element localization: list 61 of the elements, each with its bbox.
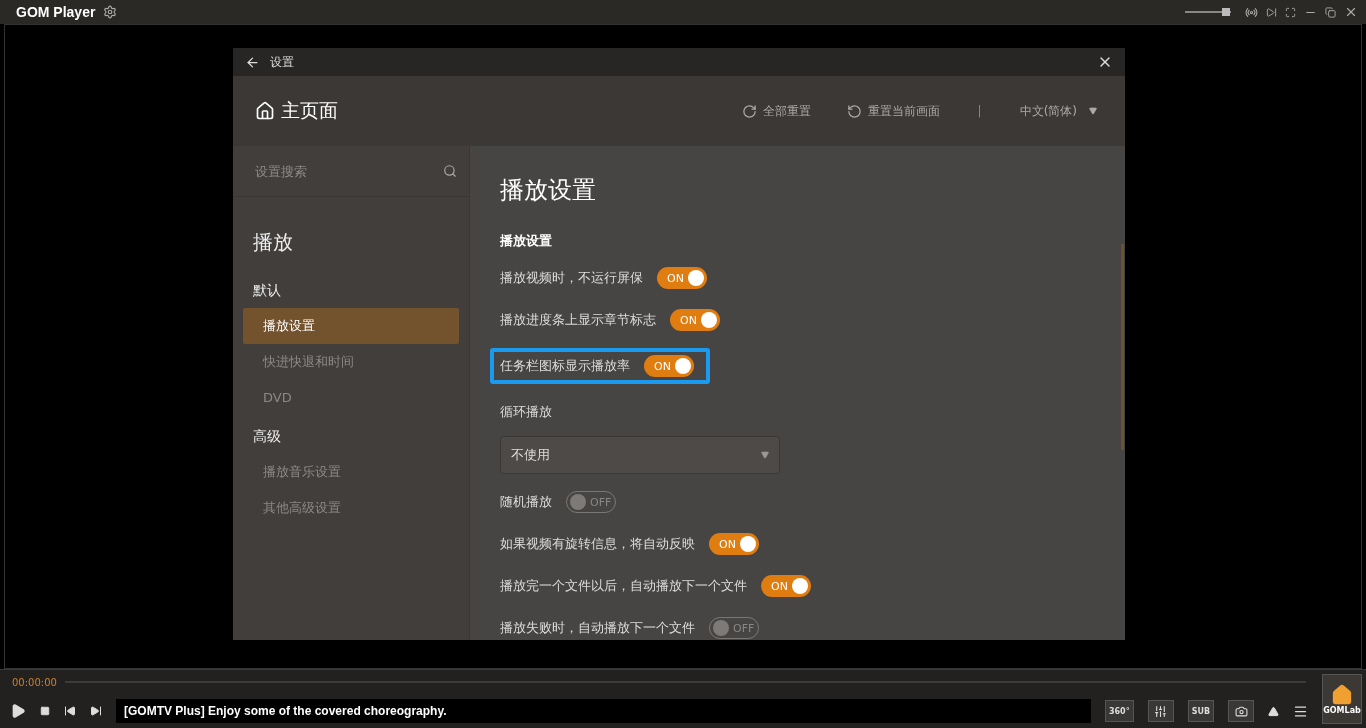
stop-icon[interactable] <box>40 706 50 716</box>
setting-label: 随机播放 <box>500 493 552 511</box>
volume-thumb[interactable] <box>1222 8 1231 16</box>
time-text: 00:00:00 <box>12 676 57 688</box>
previous-icon[interactable] <box>64 705 76 717</box>
home-icon[interactable] <box>255 101 275 121</box>
vr-button[interactable]: 360° <box>1104 700 1134 722</box>
toggle-switch[interactable]: ON <box>657 267 707 289</box>
back-icon[interactable] <box>245 54 260 70</box>
search-icon <box>443 164 457 178</box>
home-title: 主页面 <box>281 98 338 123</box>
reset-button[interactable]: 重置当前画面 <box>840 101 946 121</box>
sidebar-item[interactable]: 其他高级设置 <box>243 490 459 526</box>
setting-label: 如果视频有旋转信息，将自动反映 <box>500 535 695 553</box>
reset-button[interactable]: 全部重置 <box>735 101 817 121</box>
setting-label: 播放视频时，不运行屏保 <box>500 269 643 287</box>
toggle-switch[interactable]: ON <box>761 575 811 597</box>
equalizer-button[interactable] <box>1147 700 1174 722</box>
caret-icon <box>1089 107 1097 115</box>
sidebar-item[interactable]: 播放音乐设置 <box>243 454 459 490</box>
setting-label: 循环播放 <box>500 403 552 421</box>
setting-label: 播放进度条上显示章节标志 <box>500 311 656 329</box>
setting-label: 播放完一个文件以后，自动播放下一个文件 <box>500 577 747 595</box>
sidebar-item[interactable]: 播放设置 <box>243 308 459 344</box>
language-dropdown[interactable]: 中文(简体) <box>1013 101 1103 121</box>
section-title: 播放设置 <box>500 232 553 250</box>
home-button[interactable]: GOMLab <box>1322 674 1362 724</box>
restore-icon[interactable] <box>1325 6 1336 18</box>
menu-icon[interactable] <box>1293 703 1308 719</box>
ticker-text: [GOMTV Plus] Enjoy some of the covered choreography. <box>116 699 1091 723</box>
sidebar-section: 播放 <box>233 197 469 270</box>
close-icon[interactable] <box>1344 5 1358 19</box>
dialog-title: 设置 <box>270 53 294 71</box>
page-title: 播放设置 <box>500 175 597 206</box>
reset-icon <box>846 103 862 119</box>
loop-dropdown[interactable]: 不使用 <box>500 436 780 474</box>
play-icon[interactable] <box>10 703 26 719</box>
camera-icon <box>1234 704 1248 718</box>
home-icon <box>1331 683 1353 706</box>
capture-button[interactable] <box>1228 700 1254 722</box>
settings-icon[interactable] <box>103 5 118 19</box>
search-field[interactable]: 设置搜索 <box>253 162 443 180</box>
fullscreen-icon[interactable] <box>1285 6 1296 18</box>
eject-icon[interactable] <box>1268 705 1279 717</box>
sliders-icon <box>1154 704 1168 718</box>
broadcast-icon[interactable] <box>1245 5 1258 19</box>
refresh-icon <box>741 103 757 119</box>
sidebar-group: 默认 <box>233 270 469 308</box>
setting-label: 播放失败时，自动播放下一个文件 <box>500 619 695 637</box>
caret-icon <box>761 451 769 459</box>
setting-label: 任务栏图标显示播放率 <box>500 357 630 375</box>
toggle-switch[interactable]: ON <box>709 533 759 555</box>
toggle-switch[interactable]: ON <box>644 355 694 377</box>
next-icon[interactable] <box>90 705 102 717</box>
sidebar-group: 高级 <box>233 416 469 454</box>
toggle-switch[interactable]: ON <box>670 309 720 331</box>
sidebar-item[interactable]: 快进快退和时间 <box>243 344 459 380</box>
separator-text: | <box>977 104 982 118</box>
app-title: GOM Player <box>16 4 96 20</box>
sidebar-item[interactable]: DVD <box>243 380 459 416</box>
subtitle-button[interactable]: SUB <box>1187 700 1214 722</box>
